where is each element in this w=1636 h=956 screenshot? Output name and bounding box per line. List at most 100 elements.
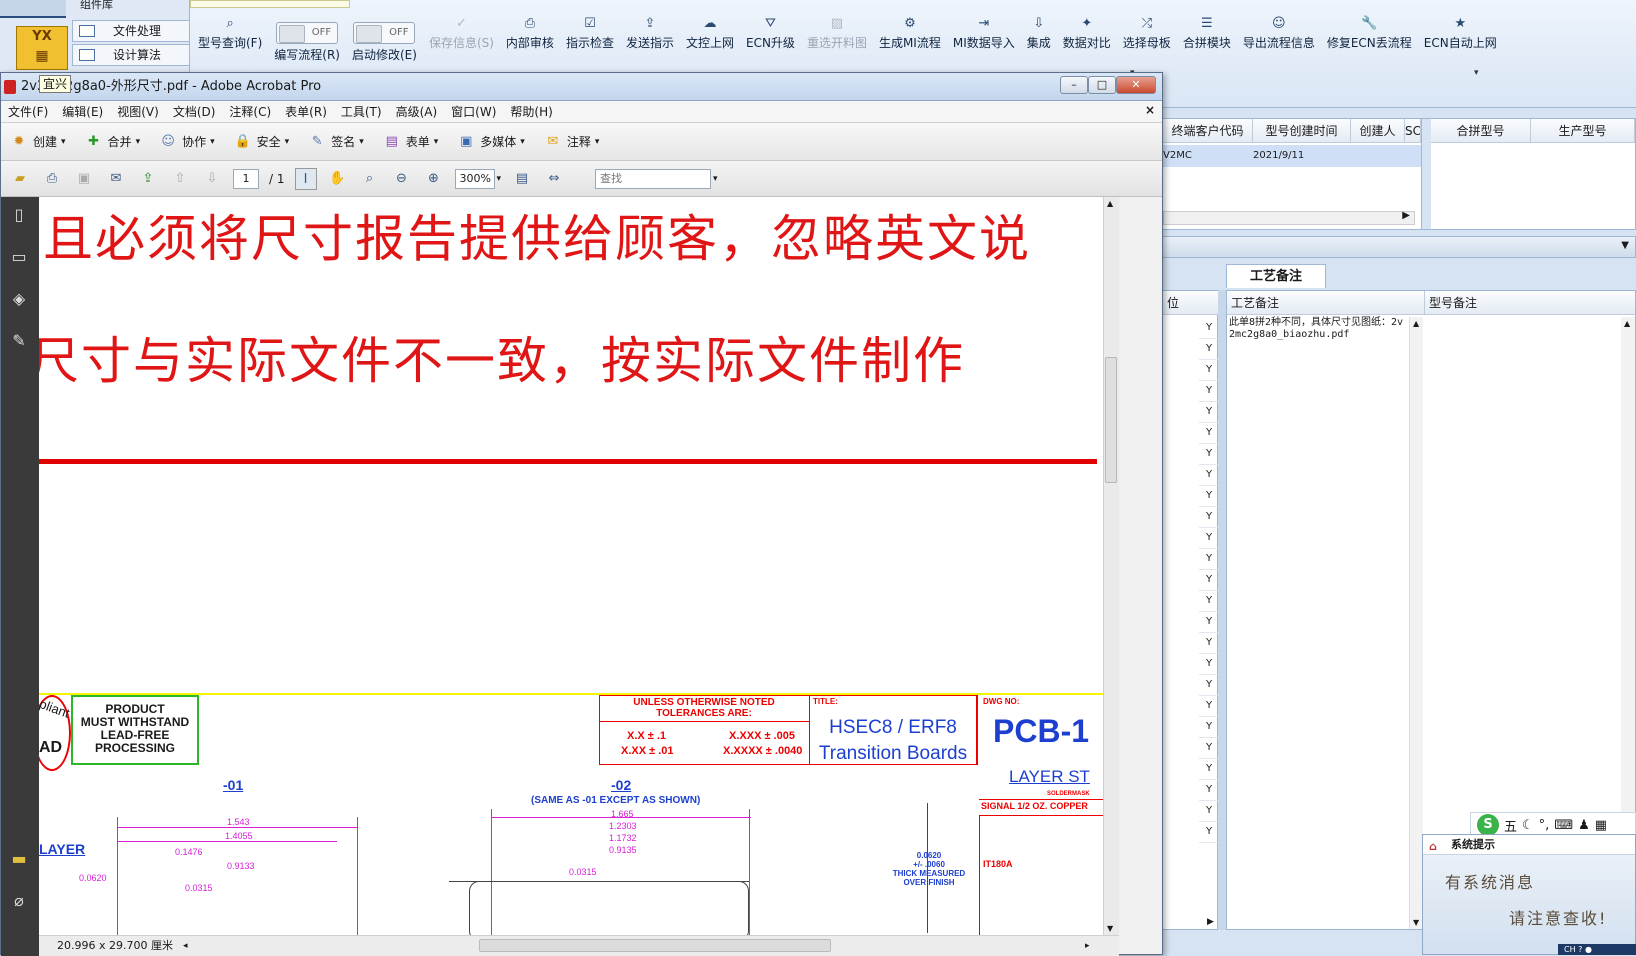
table-row[interactable]: Y — [1199, 779, 1219, 801]
toggle-switch[interactable]: OFF — [276, 22, 339, 44]
task-button[interactable]: ☺ 协作 ▾ — [158, 132, 214, 152]
table-row[interactable]: Y — [1199, 338, 1219, 360]
chevron-down-icon[interactable]: ▼ — [1621, 240, 1629, 251]
task-button[interactable]: ✹ 创建 ▾ — [9, 132, 66, 152]
moon-icon[interactable]: ☾ — [1522, 818, 1534, 833]
table-row[interactable]: Y — [1199, 443, 1219, 465]
table-row[interactable]: Y — [1199, 758, 1219, 780]
minimize-button[interactable]: – — [1060, 76, 1088, 94]
table-row[interactable]: Y — [1199, 674, 1219, 696]
keyboard-icon[interactable]: ⌨ — [1554, 818, 1573, 833]
table-row[interactable]: Y — [1199, 506, 1219, 528]
toolbar-button[interactable]: ☑ 指示检查 — [560, 14, 620, 74]
scroll-thumb[interactable] — [1105, 357, 1117, 483]
zoom-select[interactable]: 300% — [454, 168, 495, 189]
horizontal-scroll-thumb[interactable] — [479, 939, 831, 952]
user-icon[interactable]: ♟ — [1578, 818, 1590, 833]
table-row[interactable]: Y — [1199, 401, 1219, 423]
toolbar-button[interactable]: ⚙ 生成MI流程 — [873, 14, 947, 74]
chevron-down-icon[interactable]: ▾ — [497, 174, 502, 184]
table-row[interactable]: Y — [1199, 800, 1219, 822]
menu-item[interactable]: 视图(V) — [110, 101, 166, 122]
upload-icon[interactable]: ⇪ — [137, 168, 159, 190]
ime-mode[interactable]: 五 — [1504, 816, 1517, 835]
menu-item[interactable]: 高级(A) — [389, 101, 445, 122]
table-row[interactable]: Y — [1199, 632, 1219, 654]
task-button[interactable]: ▣ 多媒体 ▾ — [456, 132, 525, 152]
table-row[interactable]: Y — [1199, 380, 1219, 402]
toolbar-button[interactable]: 🔧 修复ECN丢流程 — [1321, 14, 1418, 74]
comments-icon[interactable]: ▬ — [7, 849, 31, 871]
table-row[interactable]: Y — [1199, 485, 1219, 507]
toolbar-button[interactable]: OFF 编写流程(R) — [268, 14, 346, 74]
col-header-production-model[interactable]: 生产型号 — [1531, 119, 1635, 143]
menu-item[interactable]: 工具(T) — [334, 101, 389, 122]
save-icon[interactable]: ▣ — [73, 168, 95, 190]
zoom-tool-icon[interactable]: ⌕ — [359, 168, 381, 190]
lang-indicator[interactable]: CH — [1564, 945, 1576, 954]
table-row[interactable]: Y — [1199, 569, 1219, 591]
signatures-icon[interactable]: ✎ — [7, 331, 31, 353]
fit-page-icon[interactable]: ▤ — [511, 168, 533, 190]
zoom-out-icon[interactable]: ⊖ — [391, 168, 413, 190]
menu-item[interactable]: 窗口(W) — [444, 101, 503, 122]
zoom-in-icon[interactable]: ⊕ — [423, 168, 445, 190]
toolbar-button[interactable]: ⇩ 集成 — [1021, 14, 1057, 74]
table-row[interactable]: Y — [1199, 737, 1219, 759]
table-row[interactable]: Y — [1199, 548, 1219, 570]
col-header-created-time[interactable]: 型号创建时间 — [1253, 119, 1351, 143]
toolbar-button[interactable]: ⎙ 内部审核 — [500, 14, 560, 74]
table-row[interactable]: Y — [1199, 317, 1219, 339]
toolbar-button[interactable]: ⇪ 发送指示 — [620, 14, 680, 74]
dropdown-arrow-icon[interactable]: ▾ — [1474, 68, 1479, 78]
pdf-document-view[interactable]: 且必须将尺寸报告提供给顾客，忽略英文说 尺寸与实际文件不一致，按实际文件制作 p… — [39, 197, 1103, 935]
table-row[interactable]: Y — [1199, 695, 1219, 717]
collapse-button[interactable] — [0, 0, 66, 18]
tab-craft-notes[interactable]: 工艺备注 — [1226, 264, 1326, 288]
toolbar-button[interactable]: ☺ 导出流程信息 — [1237, 14, 1321, 74]
toolbar-button[interactable]: ✦ 数据对比 — [1057, 14, 1117, 74]
grid-icon[interactable]: ▦ — [1595, 818, 1607, 833]
toolbar-button[interactable]: ★ ECN自动上网 — [1418, 14, 1503, 74]
vertical-scrollbar[interactable]: ▲ — [1621, 317, 1635, 817]
toolbar-button[interactable]: ☁ 文控上网 — [680, 14, 740, 74]
layers-icon[interactable]: ◈ — [7, 289, 31, 311]
bookmarks-icon[interactable]: ▭ — [7, 247, 31, 269]
task-button[interactable]: ✎ 签名 ▾ — [307, 132, 364, 152]
punctuation-icon[interactable]: °, — [1539, 818, 1550, 833]
toolbar-button[interactable]: ✓ 保存信息(S) — [423, 14, 500, 74]
toolbar-button[interactable]: ⇥ MI数据导入 — [947, 14, 1021, 74]
col-header-merge-model[interactable]: 合拼型号 — [1431, 119, 1531, 143]
fit-width-icon[interactable]: ⇔ — [543, 168, 565, 190]
vertical-scrollbar[interactable]: ▲ ▼ — [1409, 317, 1423, 929]
task-button[interactable]: 🔒 安全 ▾ — [233, 132, 290, 152]
col-header-sc[interactable]: SC — [1405, 119, 1421, 143]
table-row[interactable]: V2MC 2021/9/11 — [1163, 145, 1421, 167]
close-button[interactable]: ✕ — [1116, 76, 1156, 94]
toolbar-button[interactable]: ⤮ 选择母板 — [1117, 14, 1177, 74]
table-row[interactable]: Y — [1199, 359, 1219, 381]
splitter[interactable] — [1421, 119, 1431, 229]
nav-item-design-algorithm[interactable]: 设计算法 — [72, 44, 190, 66]
find-input[interactable]: 查找 — [595, 168, 712, 189]
col-header-partial[interactable]: 位 — [1163, 291, 1219, 315]
table-row[interactable]: Y — [1199, 716, 1219, 738]
toolbar-button[interactable]: OFF 启动修改(E) — [346, 14, 423, 74]
toolbar-button[interactable]: ▨ 重选开料图 — [801, 14, 873, 74]
horizontal-scrollbar[interactable]: ▶ — [1163, 210, 1415, 225]
table-row[interactable]: Y — [1199, 422, 1219, 444]
attachments-icon[interactable]: ⌀ — [7, 891, 31, 913]
toolbar-button[interactable]: ⛛ ECN升级 — [740, 14, 801, 74]
menu-item[interactable]: 编辑(E) — [55, 101, 110, 122]
hand-tool-icon[interactable]: ✋ — [327, 168, 349, 190]
sogou-icon[interactable]: S — [1477, 814, 1499, 836]
col-header-customer-code[interactable]: 终端客户代码 — [1163, 119, 1253, 143]
col-header-creator[interactable]: 创建人 — [1351, 119, 1405, 143]
toolbar-button[interactable]: ☰ 合拼模块 — [1177, 14, 1237, 74]
table-row[interactable]: Y — [1199, 821, 1219, 843]
menu-item[interactable]: 帮助(H) — [503, 101, 559, 122]
vertical-scrollbar[interactable]: ▲ ▼ — [1103, 197, 1119, 935]
craft-notes-textarea[interactable]: 此单8拼2种不同，具体尺寸见图纸：2v2mc2g8a0_biaozhu.pdf — [1229, 317, 1409, 341]
splitter[interactable] — [1218, 290, 1226, 930]
toolbar-button[interactable]: ⌕ 型号查询(F) — [192, 14, 268, 74]
